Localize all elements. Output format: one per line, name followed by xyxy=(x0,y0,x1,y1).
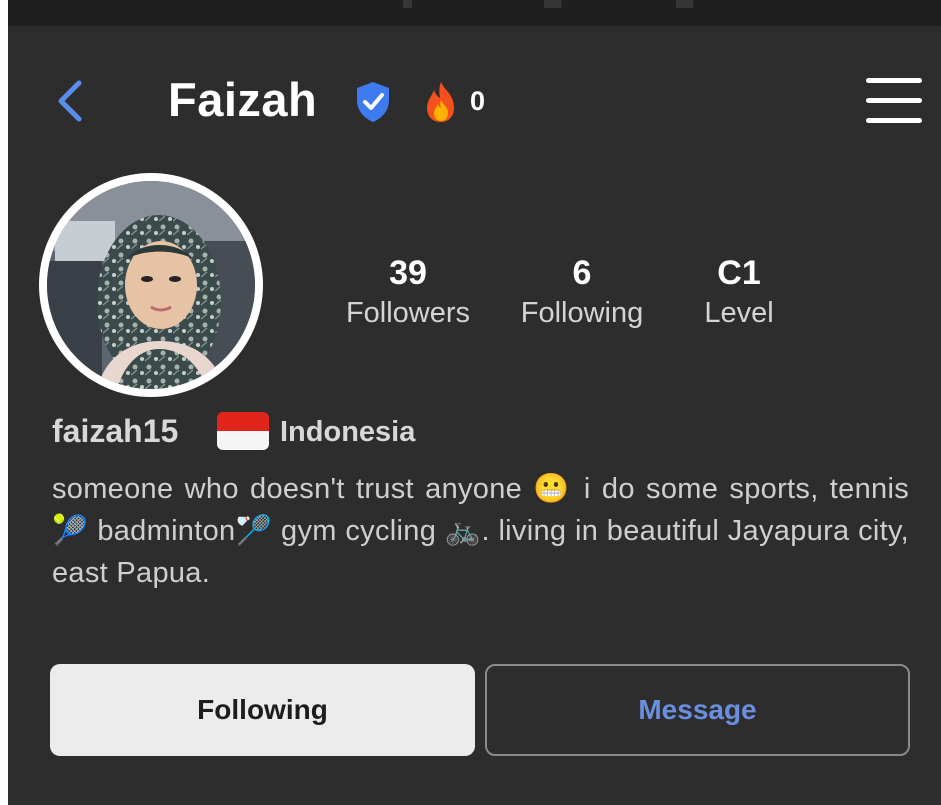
profile-screen: Faizah 0 39 Followers 6 Following C1 Lev… xyxy=(8,0,941,805)
stat-following-value: 6 xyxy=(572,254,592,292)
stat-following[interactable]: 6 Following xyxy=(508,252,656,332)
hamburger-menu-icon xyxy=(866,118,922,123)
stat-level[interactable]: C1 Level xyxy=(684,252,794,332)
indonesia-flag-icon xyxy=(217,412,269,450)
fire-icon xyxy=(427,82,454,122)
profile-photo xyxy=(47,181,255,389)
status-bar-icons xyxy=(368,0,808,8)
hamburger-menu-icon xyxy=(866,98,922,103)
following-button[interactable]: Following xyxy=(50,664,475,756)
stat-followers-value: 39 xyxy=(389,254,427,292)
hamburger-menu-icon xyxy=(866,78,922,83)
menu-button[interactable] xyxy=(860,74,926,128)
page-title: Faizah xyxy=(168,73,318,126)
profile-bio: someone who doesn't trust anyone 😬 i do … xyxy=(52,473,909,589)
back-button[interactable] xyxy=(48,76,92,126)
stat-followers[interactable]: 39 Followers xyxy=(334,252,482,332)
streak-count: 0 xyxy=(470,86,486,116)
stat-followers-label: Followers xyxy=(345,297,471,329)
avatar[interactable] xyxy=(39,173,263,397)
chevron-left-icon xyxy=(58,80,82,122)
status-bar xyxy=(8,0,941,26)
username: faizah15 xyxy=(52,413,179,449)
stat-following-label: Following xyxy=(520,297,644,329)
message-button[interactable]: Message xyxy=(485,664,910,756)
stat-level-value: C1 xyxy=(717,254,761,292)
country-label: Indonesia xyxy=(280,416,416,448)
verified-shield-icon xyxy=(357,82,389,122)
stat-level-label: Level xyxy=(704,297,774,329)
